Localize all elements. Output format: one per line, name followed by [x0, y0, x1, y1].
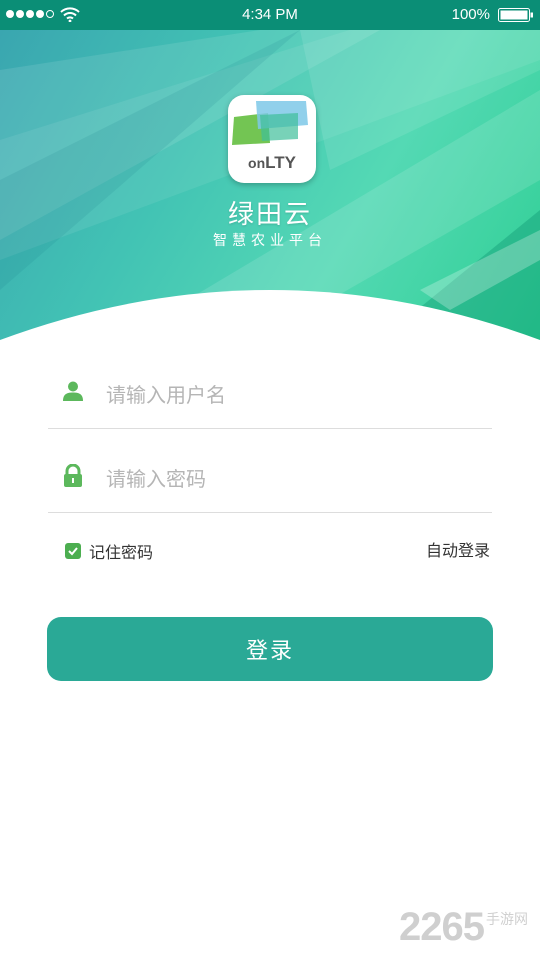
lock-icon [64, 464, 82, 487]
remember-password-toggle[interactable]: 记住密码 [65, 540, 153, 562]
status-bar: 4:34 PM 100% [0, 0, 540, 30]
auto-login-link[interactable]: 自动登录 [426, 540, 490, 562]
password-input[interactable] [104, 460, 478, 498]
watermark-number: 2265 [399, 905, 485, 949]
password-field [48, 452, 492, 513]
app-logo: onLTY [228, 95, 316, 183]
username-input[interactable] [104, 376, 478, 414]
username-field [48, 368, 492, 429]
remember-password-checkbox[interactable] [65, 543, 81, 559]
login-button[interactable]: 登录 [47, 617, 493, 681]
header-curve [0, 290, 540, 340]
battery-icon [498, 8, 533, 22]
app-name: 绿田云 [227, 200, 312, 230]
app-slogan: 智慧农业平台 [213, 233, 327, 249]
watermark: 2265 手游网 [399, 905, 528, 949]
battery-percent: 100% [451, 6, 490, 23]
check-icon [68, 547, 78, 556]
watermark-site: 手游网 [486, 912, 528, 928]
logo-wordmark: onLTY [248, 153, 296, 172]
header-banner: onLTY 绿田云 智慧农业平台 [0, 30, 540, 340]
remember-password-label: 记住密码 [89, 543, 154, 562]
user-icon [63, 381, 83, 401]
